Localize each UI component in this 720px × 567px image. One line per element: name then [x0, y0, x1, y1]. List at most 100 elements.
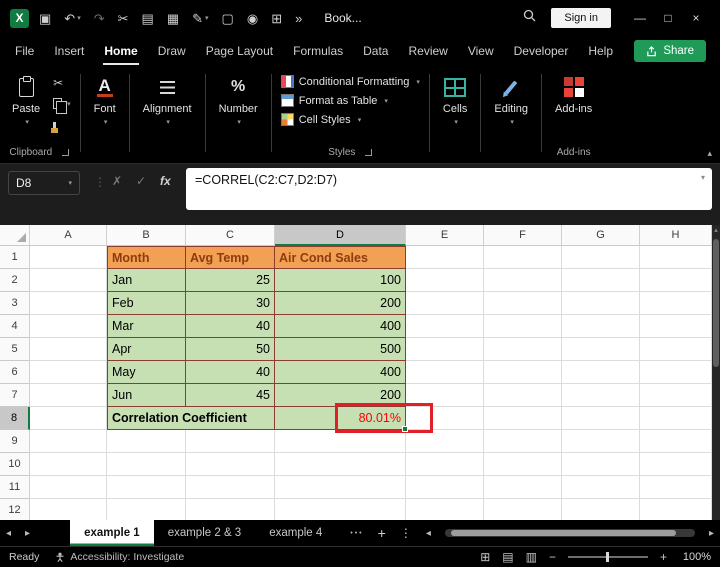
cell-D10[interactable]: [275, 453, 406, 476]
cell-F8[interactable]: [484, 407, 562, 430]
cell-F3[interactable]: [484, 292, 562, 315]
cell-B1[interactable]: Month: [107, 246, 186, 269]
cell-H1[interactable]: [640, 246, 712, 269]
cell-F6[interactable]: [484, 361, 562, 384]
cell-D5[interactable]: 500: [275, 338, 406, 361]
more-sheets-icon[interactable]: •••: [350, 530, 363, 537]
scroll-up-icon[interactable]: ▴: [712, 226, 720, 234]
cell-F4[interactable]: [484, 315, 562, 338]
fill-handle[interactable]: [402, 426, 408, 432]
row-header-3[interactable]: 3: [0, 292, 30, 315]
cell-C12[interactable]: [186, 499, 275, 520]
cell-B11[interactable]: [107, 476, 186, 499]
hscroll-right-icon[interactable]: ▸: [709, 528, 714, 539]
column-header-G[interactable]: G: [562, 225, 640, 246]
cell-G10[interactable]: [562, 453, 640, 476]
cell-D3[interactable]: 200: [275, 292, 406, 315]
menu-tab-view[interactable]: View: [467, 37, 495, 65]
cell-A9[interactable]: [30, 430, 107, 453]
cell-styles-button[interactable]: Cell Styles▾: [281, 113, 420, 126]
zoom-out-button[interactable]: −: [549, 550, 556, 564]
cell-G11[interactable]: [562, 476, 640, 499]
alignment-group-button[interactable]: Alignment ▾: [139, 72, 196, 128]
cell-H6[interactable]: [640, 361, 712, 384]
cell-C7[interactable]: 45: [186, 384, 275, 407]
sheet-tab-example-2-3[interactable]: example 2 & 3: [154, 520, 256, 546]
format-painter-button[interactable]: [53, 118, 71, 131]
menu-tab-review[interactable]: Review: [407, 37, 448, 65]
cell-A4[interactable]: [30, 315, 107, 338]
cell-B3[interactable]: Feb: [107, 292, 186, 315]
close-button[interactable]: ×: [682, 11, 710, 25]
cell-E10[interactable]: [406, 453, 484, 476]
font-group-button[interactable]: A Font ▾: [90, 72, 120, 128]
cell-H3[interactable]: [640, 292, 712, 315]
cell-G4[interactable]: [562, 315, 640, 338]
cell-D4[interactable]: 400: [275, 315, 406, 338]
cell-H8[interactable]: [640, 407, 712, 430]
row-header-8[interactable]: 8: [0, 407, 30, 430]
formula-input[interactable]: =CORREL(C2:C7,D2:D7) ▾: [186, 168, 712, 210]
row-header-5[interactable]: 5: [0, 338, 30, 361]
document-icon[interactable]: ▢: [222, 12, 234, 25]
zoom-in-button[interactable]: +: [660, 550, 667, 564]
cell-D8[interactable]: 80.01%: [275, 407, 406, 430]
sheet-tab-example-4[interactable]: example 4: [255, 520, 336, 546]
undo-icon[interactable]: ↶▾: [64, 12, 80, 25]
cell-D11[interactable]: [275, 476, 406, 499]
search-icon[interactable]: [523, 9, 536, 27]
add-ins-button[interactable]: Add-ins: [551, 72, 596, 117]
cell-H9[interactable]: [640, 430, 712, 453]
cell-F12[interactable]: [484, 499, 562, 520]
menu-tab-page-layout[interactable]: Page Layout: [205, 37, 274, 65]
cell-E11[interactable]: [406, 476, 484, 499]
cell-A10[interactable]: [30, 453, 107, 476]
cell-B5[interactable]: Apr: [107, 338, 186, 361]
redo-icon[interactable]: ↷: [94, 12, 105, 25]
cell-C1[interactable]: Avg Temp: [186, 246, 275, 269]
cell-G2[interactable]: [562, 269, 640, 292]
column-header-C[interactable]: C: [186, 225, 275, 246]
zoom-slider[interactable]: [568, 556, 648, 558]
cell-E1[interactable]: [406, 246, 484, 269]
cell-B6[interactable]: May: [107, 361, 186, 384]
menu-tab-draw[interactable]: Draw: [157, 37, 187, 65]
cell-D7[interactable]: 200: [275, 384, 406, 407]
cell-G1[interactable]: [562, 246, 640, 269]
clipboard-dialog-launcher-icon[interactable]: [62, 149, 69, 156]
paste-button[interactable]: Paste ▾: [8, 72, 44, 131]
maximize-button[interactable]: □: [654, 11, 682, 25]
menu-tab-data[interactable]: Data: [362, 37, 389, 65]
menu-tab-help[interactable]: Help: [587, 37, 614, 65]
zoom-level[interactable]: 100%: [679, 551, 711, 563]
editing-group-button[interactable]: Editing ▾: [490, 72, 532, 128]
cell-G5[interactable]: [562, 338, 640, 361]
cell-C3[interactable]: 30: [186, 292, 275, 315]
page-layout-view-icon[interactable]: ▤: [502, 550, 513, 564]
cell-A5[interactable]: [30, 338, 107, 361]
normal-view-icon[interactable]: ⊞: [480, 550, 490, 564]
cell-B4[interactable]: Mar: [107, 315, 186, 338]
cell-F10[interactable]: [484, 453, 562, 476]
cell-F5[interactable]: [484, 338, 562, 361]
cell-G12[interactable]: [562, 499, 640, 520]
sheet-tab-example-1[interactable]: example 1: [70, 520, 154, 546]
cell-C2[interactable]: 25: [186, 269, 275, 292]
cell-D12[interactable]: [275, 499, 406, 520]
row-header-7[interactable]: 7: [0, 384, 30, 407]
cell-H10[interactable]: [640, 453, 712, 476]
cell-A6[interactable]: [30, 361, 107, 384]
cell-H7[interactable]: [640, 384, 712, 407]
cell-C5[interactable]: 50: [186, 338, 275, 361]
cells-group-button[interactable]: Cells ▾: [439, 72, 471, 128]
row-header-10[interactable]: 10: [0, 453, 30, 476]
conditional-formatting-button[interactable]: Conditional Formatting▾: [281, 75, 420, 88]
cell-A12[interactable]: [30, 499, 107, 520]
cell-E12[interactable]: [406, 499, 484, 520]
cell-F7[interactable]: [484, 384, 562, 407]
cell-A1[interactable]: [30, 246, 107, 269]
cell-E9[interactable]: [406, 430, 484, 453]
insert-function-icon[interactable]: fx: [160, 174, 171, 188]
row-header-1[interactable]: 1: [0, 246, 30, 269]
cell-E3[interactable]: [406, 292, 484, 315]
